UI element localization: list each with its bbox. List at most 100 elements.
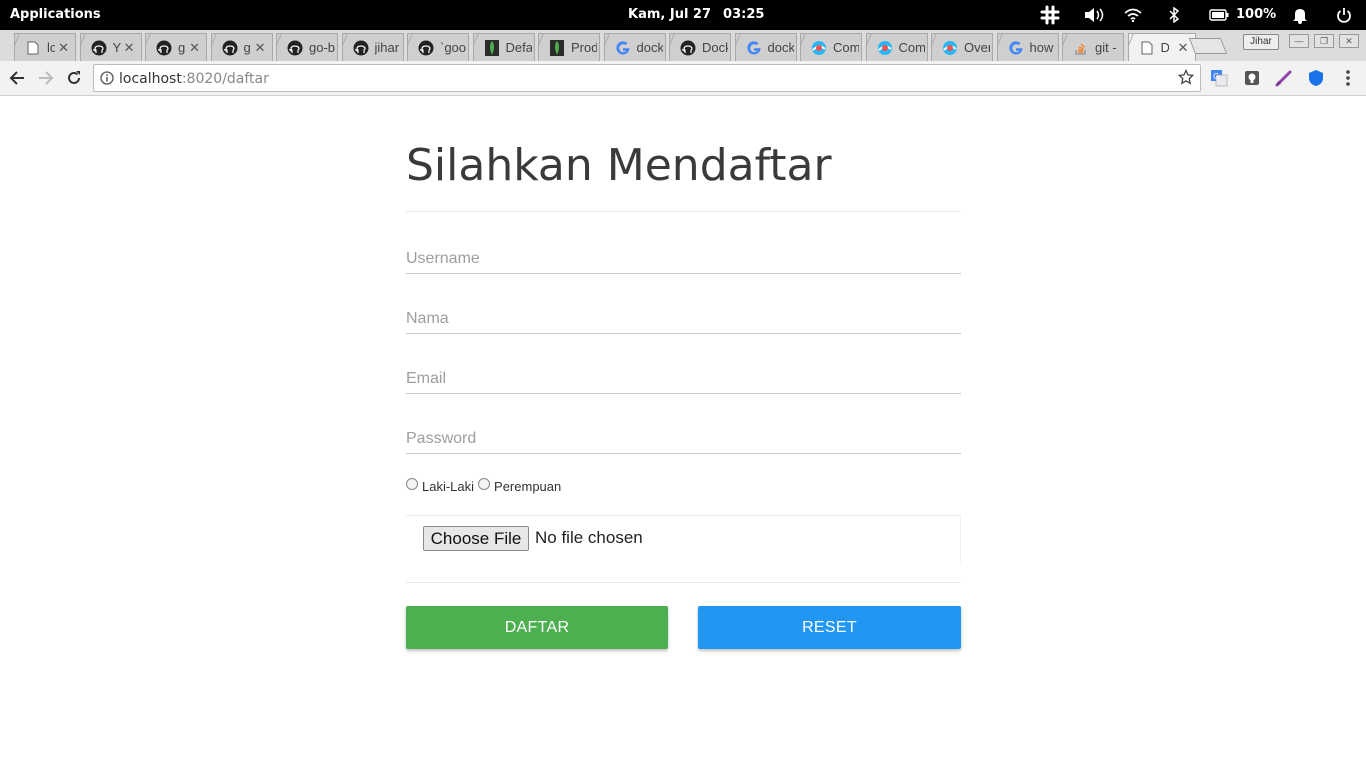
github-icon <box>680 40 696 56</box>
tab-title: g <box>243 40 251 55</box>
battery-icon[interactable] <box>1208 4 1230 26</box>
tab-9[interactable]: dock <box>603 33 666 61</box>
nama-input[interactable] <box>406 304 961 334</box>
close-tab-icon[interactable]: ✕ <box>255 40 266 56</box>
github-icon <box>353 40 369 56</box>
radio-perempuan[interactable] <box>478 477 491 490</box>
file-status: No file chosen <box>535 528 643 547</box>
tab-title: Com <box>833 40 859 55</box>
battery-percent: 100% <box>1236 7 1277 22</box>
reload-icon[interactable] <box>63 67 85 89</box>
reset-button[interactable]: RESET <box>698 606 961 649</box>
info-icon[interactable] <box>100 71 114 90</box>
gender-radio-group: Laki-Laki Perempuan <box>406 477 565 494</box>
tab-title: go-b <box>309 40 335 55</box>
page-icon <box>1139 40 1155 56</box>
tab-title: Defa <box>505 40 532 55</box>
svg-text:G: G <box>1213 72 1219 81</box>
clock-time: 03:25 <box>723 7 765 22</box>
page-title: Silahkan Mendaftar <box>406 140 832 191</box>
github-icon <box>222 40 238 56</box>
forward-icon[interactable] <box>35 67 57 89</box>
close-tab-icon[interactable]: ✕ <box>58 40 69 56</box>
close-tab-icon[interactable]: ✕ <box>1178 40 1189 56</box>
mongodb-icon <box>484 39 500 56</box>
tab-2[interactable]: g ✕ <box>145 33 207 61</box>
browser-icon <box>942 40 958 56</box>
tab-13[interactable]: Com <box>865 33 928 61</box>
tab-17[interactable]: D✕ <box>1127 33 1196 61</box>
daftar-button[interactable]: DAFTAR <box>406 606 668 649</box>
tab-10[interactable]: Dock <box>669 33 731 61</box>
github-icon <box>156 40 172 56</box>
choose-file-button[interactable]: Choose File <box>423 526 529 551</box>
username-input[interactable] <box>406 244 961 274</box>
clock-date: Kam, Jul 27 <box>628 7 712 22</box>
tab-11[interactable]: dock <box>734 33 797 61</box>
tab-15[interactable]: how <box>996 33 1059 61</box>
url-path: :8020/daftar <box>181 71 269 87</box>
power-icon[interactable] <box>1333 4 1355 26</box>
tab-16[interactable]: git - <box>1062 33 1124 61</box>
radio-label-laki-laki: Laki-Laki <box>422 479 475 494</box>
tab-title: git - <box>1095 40 1117 55</box>
profile-button[interactable]: Jihar <box>1243 34 1279 50</box>
tab-4[interactable]: go-b <box>276 33 338 61</box>
tab-8[interactable]: Prod <box>538 33 600 61</box>
url-host: localhost <box>119 71 182 87</box>
divider <box>406 211 961 212</box>
menu-kebab-icon[interactable] <box>1338 68 1358 88</box>
lightbulb-extension-icon[interactable] <box>1242 68 1262 88</box>
tab-strip: lo✕Y✕g✕g✕go-bjihar`gooDefaProddockDockdo… <box>0 30 1366 61</box>
tab-title: D <box>1161 40 1169 55</box>
slack-icon[interactable] <box>1039 4 1061 26</box>
bell-icon[interactable] <box>1289 4 1311 26</box>
new-tab-button[interactable] <box>1188 38 1228 54</box>
google-translate-icon[interactable]: G <box>1209 68 1229 88</box>
tab-title: `goo <box>440 40 466 55</box>
radio-label-perempuan: Perempuan <box>494 479 562 494</box>
google-icon <box>746 40 762 56</box>
tab-14[interactable]: Over <box>931 33 993 61</box>
applications-menu[interactable]: Applications <box>10 7 101 22</box>
tab-0[interactable]: lo✕ <box>14 33 76 61</box>
pen-extension-icon[interactable] <box>1274 68 1294 88</box>
google-icon <box>1008 40 1024 56</box>
tab-7[interactable]: Defa <box>472 33 535 61</box>
tab-3[interactable]: g ✕ <box>210 33 273 61</box>
minimize-button[interactable]: — <box>1289 34 1309 48</box>
tab-1[interactable]: Y ✕ <box>79 33 142 61</box>
volume-icon[interactable] <box>1083 4 1105 26</box>
github-icon <box>418 40 434 56</box>
tab-5[interactable]: jihar <box>341 33 404 61</box>
clock[interactable]: Kam, Jul 27 03:25 <box>628 7 764 22</box>
url-text: localhost:8020/daftar <box>119 71 269 87</box>
tab-title: g <box>178 40 186 55</box>
bookmark-star-icon[interactable] <box>1177 68 1195 90</box>
close-window-button[interactable]: ✕ <box>1339 34 1359 48</box>
shield-extension-icon[interactable] <box>1306 68 1326 88</box>
mongodb-icon <box>549 39 565 56</box>
address-bar[interactable]: localhost:8020/daftar <box>93 64 1201 92</box>
page-content: Silahkan Mendaftar Laki-Laki Perempuan C… <box>0 96 1366 768</box>
tab-title: jihar <box>374 40 400 55</box>
back-icon[interactable] <box>6 67 28 89</box>
bluetooth-icon[interactable] <box>1163 4 1185 26</box>
maximize-button[interactable]: ❐ <box>1314 34 1334 48</box>
file-upload: Choose File No file chosen <box>406 515 961 563</box>
tab-title: dock <box>767 40 794 55</box>
tab-6[interactable]: `goo <box>407 33 469 61</box>
page-icon <box>25 40 41 56</box>
close-tab-icon[interactable]: ✕ <box>189 40 200 56</box>
google-icon <box>615 40 631 56</box>
radio-laki-laki[interactable] <box>406 477 418 490</box>
tab-12[interactable]: Com <box>800 33 862 61</box>
stackoverflow-icon <box>1073 40 1089 56</box>
close-tab-icon[interactable]: ✕ <box>124 40 135 56</box>
os-top-bar: Applications Kam, Jul 27 03:25 100% <box>0 0 1366 30</box>
tab-title: Y <box>112 40 121 55</box>
github-icon <box>91 40 107 56</box>
wifi-icon[interactable] <box>1122 4 1144 26</box>
password-input[interactable] <box>406 424 961 454</box>
email-input[interactable] <box>406 364 961 394</box>
